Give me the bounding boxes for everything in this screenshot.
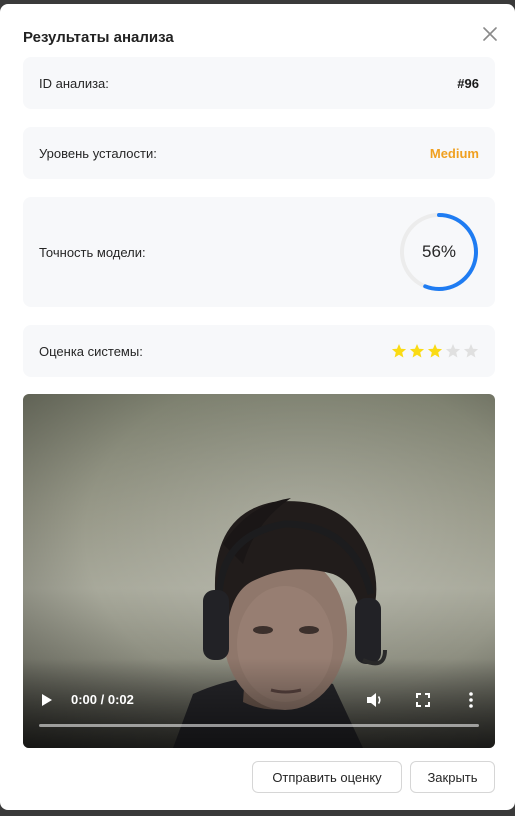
star-empty-icon	[445, 344, 461, 358]
video-progress-bar[interactable]	[39, 724, 479, 727]
volume-button[interactable]	[365, 690, 385, 710]
accuracy-progress-ring: 56%	[398, 211, 480, 293]
accuracy-percent-text: 56%	[421, 242, 457, 261]
submit-rating-button[interactable]: Отправить оценку	[252, 761, 402, 793]
analysis-id-label: ID анализа:	[39, 75, 109, 91]
fatigue-level-label: Уровень усталости:	[39, 145, 157, 161]
system-rating-card: Оценка системы:	[23, 325, 495, 377]
fatigue-level-card: Уровень усталости: Medium	[23, 127, 495, 179]
play-button[interactable]	[37, 690, 57, 710]
star-filled-icon	[409, 344, 425, 358]
star-empty-icon	[463, 344, 479, 358]
star-filled-icon	[391, 344, 407, 358]
rating-stars	[391, 343, 479, 359]
model-accuracy-label: Точность модели:	[39, 244, 146, 260]
star-filled-icon	[427, 344, 443, 358]
more-options-button[interactable]	[461, 690, 481, 710]
video-time-display: 0:00 / 0:02	[71, 692, 134, 707]
close-modal-button[interactable]: Закрыть	[410, 761, 495, 793]
fatigue-level-value: Medium	[429, 145, 479, 161]
analysis-id-value: #96	[457, 75, 479, 91]
volume-icon	[367, 693, 381, 707]
results-modal: Результаты анализа ID анализа: #96 Урове…	[0, 4, 515, 810]
more-options-icon	[469, 692, 473, 708]
analysis-id-card: ID анализа: #96	[23, 57, 495, 109]
play-icon	[42, 694, 52, 706]
close-button[interactable]	[480, 24, 500, 44]
system-rating-label: Оценка системы:	[39, 343, 143, 359]
modal-title: Результаты анализа	[23, 29, 174, 46]
model-accuracy-card: Точность модели: 56%	[23, 197, 495, 307]
close-icon	[483, 27, 497, 41]
fullscreen-icon	[416, 693, 430, 707]
video-player[interactable]: 0:00 / 0:02	[23, 394, 495, 748]
fullscreen-button[interactable]	[413, 690, 433, 710]
